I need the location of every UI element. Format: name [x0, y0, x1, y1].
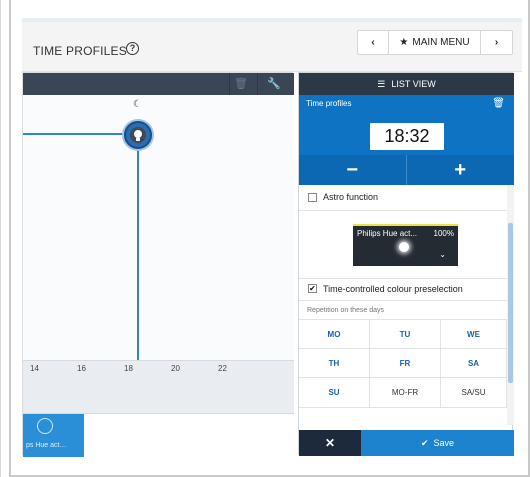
tick-label: 16: [77, 364, 86, 373]
bulb-icon: [399, 242, 409, 252]
panel-footer: ✕ ✔ Save: [299, 430, 514, 456]
wrench-icon[interactable]: 🔧: [267, 77, 281, 91]
bulb-icon: [130, 127, 146, 143]
profile-line-horizontal: [23, 133, 138, 135]
time-editor: Time profiles 🗑 18:32 − +: [299, 95, 514, 185]
profile-panel: ☰ LIST VIEW Time profiles 🗑 18:32 − + As…: [298, 72, 514, 456]
day-sa-button[interactable]: SA: [441, 349, 507, 378]
astro-function-row[interactable]: Astro function: [299, 185, 507, 211]
save-button[interactable]: ✔ Save: [361, 430, 514, 456]
chart-toolbar: 🗑 🔧: [23, 73, 294, 95]
decrease-time-button[interactable]: −: [299, 155, 407, 185]
day-sa-su-button[interactable]: SA/SU: [441, 378, 507, 408]
toolbar-separator: [257, 73, 258, 95]
device-card[interactable]: Philips Hue act... 100% ⌄: [353, 224, 458, 266]
profile-line-vertical: [137, 133, 139, 360]
moon-icon: ☾: [133, 99, 142, 110]
repetition-label: Repetition on these days: [307, 307, 385, 314]
time-marker-node[interactable]: [124, 121, 152, 149]
colour-label: Time-controlled colour preselection: [323, 284, 463, 294]
device-strip: ps Hue act…: [23, 413, 294, 457]
main-menu-label: MAIN MENU: [412, 37, 470, 48]
list-view-button[interactable]: ☰ LIST VIEW: [299, 73, 514, 95]
list-icon: ☰: [377, 78, 386, 89]
save-label: Save: [433, 438, 455, 448]
colour-preselection-row[interactable]: ✔ Time-controlled colour preselection: [299, 279, 507, 301]
timer-icon: [37, 418, 53, 434]
previous-button[interactable]: ‹: [358, 31, 389, 54]
scrollbar-thumb[interactable]: [508, 223, 513, 383]
increase-time-button[interactable]: +: [407, 155, 515, 185]
time-profiles-title: Time profiles: [306, 99, 352, 108]
help-icon[interactable]: ?: [126, 42, 139, 55]
next-button[interactable]: ›: [481, 31, 512, 54]
settings-list: Astro function Philips Hue act... 100% ⌄…: [299, 185, 507, 425]
day-mo-button[interactable]: MO: [299, 320, 370, 349]
trash-icon[interactable]: 🗑: [234, 77, 248, 91]
bulb-base: [136, 138, 140, 141]
time-adjust-buttons: − +: [299, 155, 514, 185]
delete-icon[interactable]: 🗑: [492, 98, 505, 109]
day-mo-fr-button[interactable]: MO-FR: [370, 378, 441, 408]
device-card-row: Philips Hue act... 100% ⌄: [299, 211, 507, 279]
star-icon: ★: [399, 37, 409, 48]
astro-checkbox[interactable]: [308, 193, 317, 202]
device-tile-label: ps Hue act…: [26, 442, 67, 449]
header: TIME PROFILES ? ‹ ★ MAIN MENU ›: [22, 22, 522, 72]
cancel-button[interactable]: ✕: [299, 430, 361, 456]
day-tu-button[interactable]: TU: [370, 320, 441, 349]
page-title: TIME PROFILES: [33, 44, 127, 58]
device-percent: 100%: [433, 229, 454, 238]
device-name: Philips Hue act...: [357, 229, 418, 238]
tick-label: 14: [30, 364, 39, 373]
nav-group: ‹ ★ MAIN MENU ›: [357, 30, 513, 55]
colour-checkbox[interactable]: ✔: [308, 284, 317, 293]
day-fr-button[interactable]: FR: [370, 349, 441, 378]
device-tile[interactable]: ps Hue act…: [23, 414, 84, 457]
list-view-label: LIST VIEW: [391, 79, 436, 89]
day-selector: MO TU WE TH FR SA SU MO-FR SA/SU: [299, 319, 507, 408]
timeline-chart-panel: 🗑 🔧 ☾ 14 16 18 20 22 ps Hue act…: [22, 72, 294, 457]
tick-label: 22: [218, 364, 227, 373]
timeline-area[interactable]: ☾: [23, 95, 294, 360]
bulb-glass: [134, 130, 142, 138]
day-su-button[interactable]: SU: [299, 378, 370, 408]
toolbar-separator: [229, 73, 230, 95]
tick-label: 18: [124, 364, 133, 373]
checkmark-icon: ✔: [420, 437, 429, 448]
time-value[interactable]: 18:32: [370, 123, 444, 150]
day-th-button[interactable]: TH: [299, 349, 370, 378]
tick-label: 20: [171, 364, 180, 373]
main-menu-button[interactable]: ★ MAIN MENU: [389, 31, 481, 54]
time-axis: 14 16 18 20 22: [23, 360, 294, 413]
day-we-button[interactable]: WE: [441, 320, 507, 349]
astro-label: Astro function: [323, 192, 379, 202]
chevron-down-icon[interactable]: ⌄: [439, 250, 446, 259]
